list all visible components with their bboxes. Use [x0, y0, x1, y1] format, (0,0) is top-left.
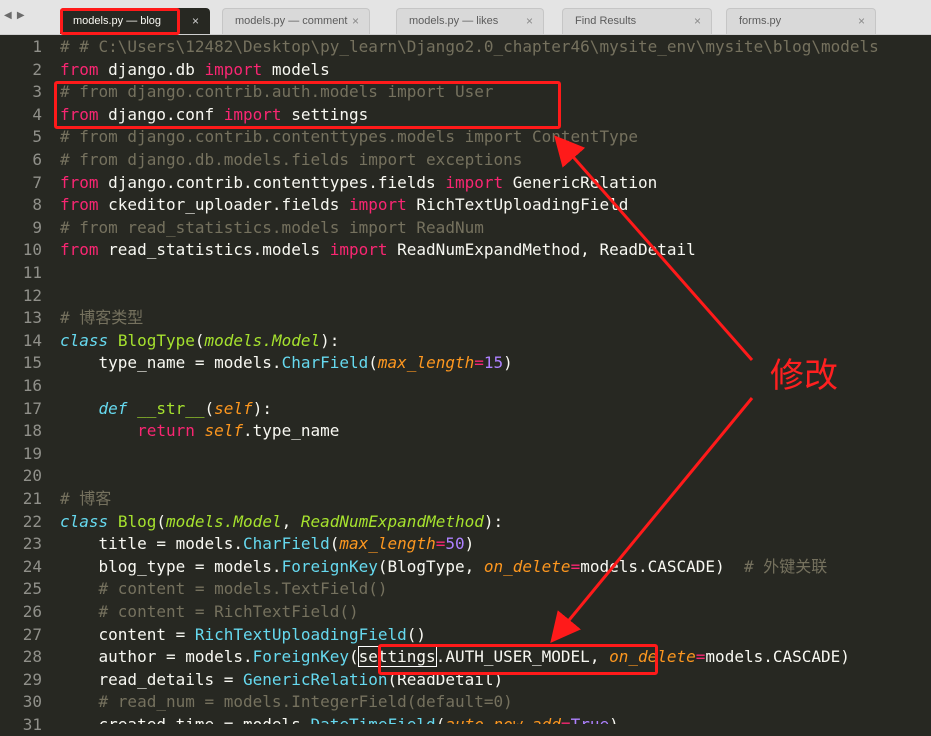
- line-number: 2: [32, 59, 42, 79]
- code-line-22: class Blog(models.Model, ReadNumExpandMe…: [60, 511, 504, 531]
- tab-label: models.py — comment: [235, 15, 348, 27]
- line-number: 3: [32, 82, 42, 102]
- line-number-gutter: 1 2 3 4 5 6 7 8 9 10 11 12 13 14 15 16 1…: [0, 36, 48, 734]
- code-line-7: from django.contrib.contenttypes.fields …: [60, 172, 658, 192]
- line-number: 24: [22, 556, 42, 576]
- line-number: 30: [22, 692, 42, 712]
- tab-nav-arrows[interactable]: ◀ ▶: [4, 10, 26, 21]
- line-number: 31: [22, 715, 42, 734]
- close-icon[interactable]: ×: [858, 14, 865, 28]
- import-highlight-box: [54, 81, 561, 129]
- line-number: 10: [22, 240, 42, 260]
- line-number: 20: [22, 466, 42, 486]
- code-line-10: from read_statistics.models import ReadN…: [60, 240, 696, 260]
- line-number: 9: [32, 217, 42, 237]
- author-highlight-box: [378, 644, 658, 675]
- code-line-6: # from django.db.models.fields import ex…: [60, 150, 523, 169]
- line-number: 26: [22, 602, 42, 621]
- close-icon[interactable]: ×: [526, 14, 533, 28]
- line-number: 19: [22, 443, 42, 463]
- close-icon[interactable]: ×: [192, 14, 199, 28]
- line-number: 25: [22, 579, 42, 599]
- tab-label: forms.py: [739, 15, 782, 27]
- line-number: 16: [22, 376, 42, 395]
- line-number: 17: [22, 398, 42, 418]
- code-line-17: def __str__(self):: [98, 398, 272, 418]
- line-number: 23: [22, 534, 42, 554]
- line-number: 28: [22, 647, 42, 667]
- tab-highlight-box: [60, 8, 180, 35]
- code-line-13: # 博客类型: [60, 308, 144, 328]
- code-line-15: type_name = models.CharField(max_length=…: [60, 353, 513, 373]
- tab-label: Find Results: [575, 15, 637, 27]
- code-line-27: content = RichTextUploadingField(): [60, 624, 427, 644]
- annotation-modify-label: 修改: [770, 356, 838, 396]
- code-line-26: # content = RichTextField(): [60, 602, 359, 621]
- code-line-1: # # C:\Users\12482\Desktop\py_learn\Djan…: [60, 37, 879, 56]
- line-number: 14: [22, 330, 42, 350]
- line-number: 4: [32, 104, 42, 124]
- line-number: 7: [32, 172, 42, 192]
- line-number: 29: [22, 669, 42, 689]
- tab-models-likes[interactable]: models.py — likes ×: [396, 8, 544, 34]
- line-number: 12: [22, 285, 42, 305]
- line-number: 18: [22, 421, 42, 441]
- code-line-18: return self.type_name: [137, 421, 340, 441]
- line-number: 6: [32, 150, 42, 169]
- line-number: 1: [32, 37, 42, 56]
- line-number: 11: [22, 263, 42, 282]
- tab-forms[interactable]: forms.py ×: [726, 8, 876, 34]
- close-icon[interactable]: ×: [694, 14, 701, 28]
- line-number: 13: [22, 308, 42, 328]
- tab-models-comment[interactable]: models.py — comment ×: [222, 8, 370, 34]
- code-line-2: from django.db import models: [60, 59, 330, 79]
- line-number: 27: [22, 624, 42, 644]
- line-number: 8: [32, 195, 42, 215]
- code-line-24: blog_type = models.ForeignKey(BlogType, …: [60, 556, 828, 576]
- close-icon[interactable]: ×: [352, 14, 359, 28]
- code-line-21: # 博客: [60, 489, 112, 508]
- line-number: 5: [32, 127, 42, 147]
- line-number: 21: [22, 489, 42, 508]
- line-number: 15: [22, 353, 42, 373]
- code-line-9: # from read_statistics.models import Rea…: [60, 217, 484, 237]
- code-line-8: from ckeditor_uploader.fields import Ric…: [60, 195, 629, 215]
- code-line-25: # content = models.TextField(): [60, 579, 388, 599]
- tab-label: models.py — likes: [409, 15, 499, 27]
- code-line-30: # read_num = models.IntegerField(default…: [60, 692, 513, 712]
- code-line-23: title = models.CharField(max_length=50): [60, 534, 475, 554]
- tab-find-results[interactable]: Find Results ×: [562, 8, 712, 34]
- code-line-31: created_time = models.DateTimeField(auto…: [60, 714, 619, 724]
- code-line-5: # from django.contrib.contenttypes.model…: [60, 127, 638, 147]
- line-number: 22: [22, 511, 42, 531]
- code-line-14: class BlogType(models.Model):: [60, 330, 340, 350]
